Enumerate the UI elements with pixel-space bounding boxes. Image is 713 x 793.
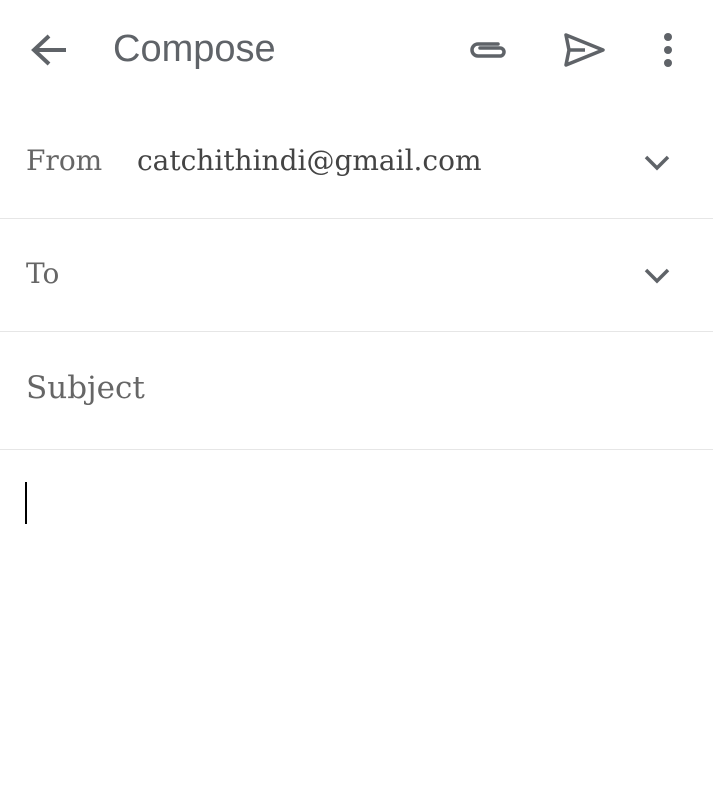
page-title: Compose bbox=[113, 28, 276, 70]
chevron-down-icon[interactable] bbox=[644, 268, 670, 284]
from-value: catchithindi@gmail.com bbox=[137, 144, 482, 177]
from-label: From bbox=[26, 144, 103, 177]
to-label: To bbox=[26, 257, 60, 290]
send-icon[interactable] bbox=[563, 32, 605, 68]
body-editor[interactable] bbox=[0, 450, 713, 793]
paperclip-icon[interactable] bbox=[468, 36, 510, 64]
chevron-down-icon[interactable] bbox=[644, 155, 670, 171]
more-vert-icon[interactable] bbox=[662, 32, 674, 68]
arrow-back-icon[interactable] bbox=[30, 32, 68, 68]
text-cursor bbox=[25, 482, 27, 524]
to-field[interactable]: To bbox=[0, 219, 713, 332]
app-bar: Compose bbox=[0, 0, 713, 100]
subject-field[interactable]: Subject bbox=[0, 332, 713, 450]
subject-input[interactable]: Subject bbox=[26, 370, 145, 406]
from-field[interactable]: From catchithindi@gmail.com bbox=[0, 100, 713, 219]
